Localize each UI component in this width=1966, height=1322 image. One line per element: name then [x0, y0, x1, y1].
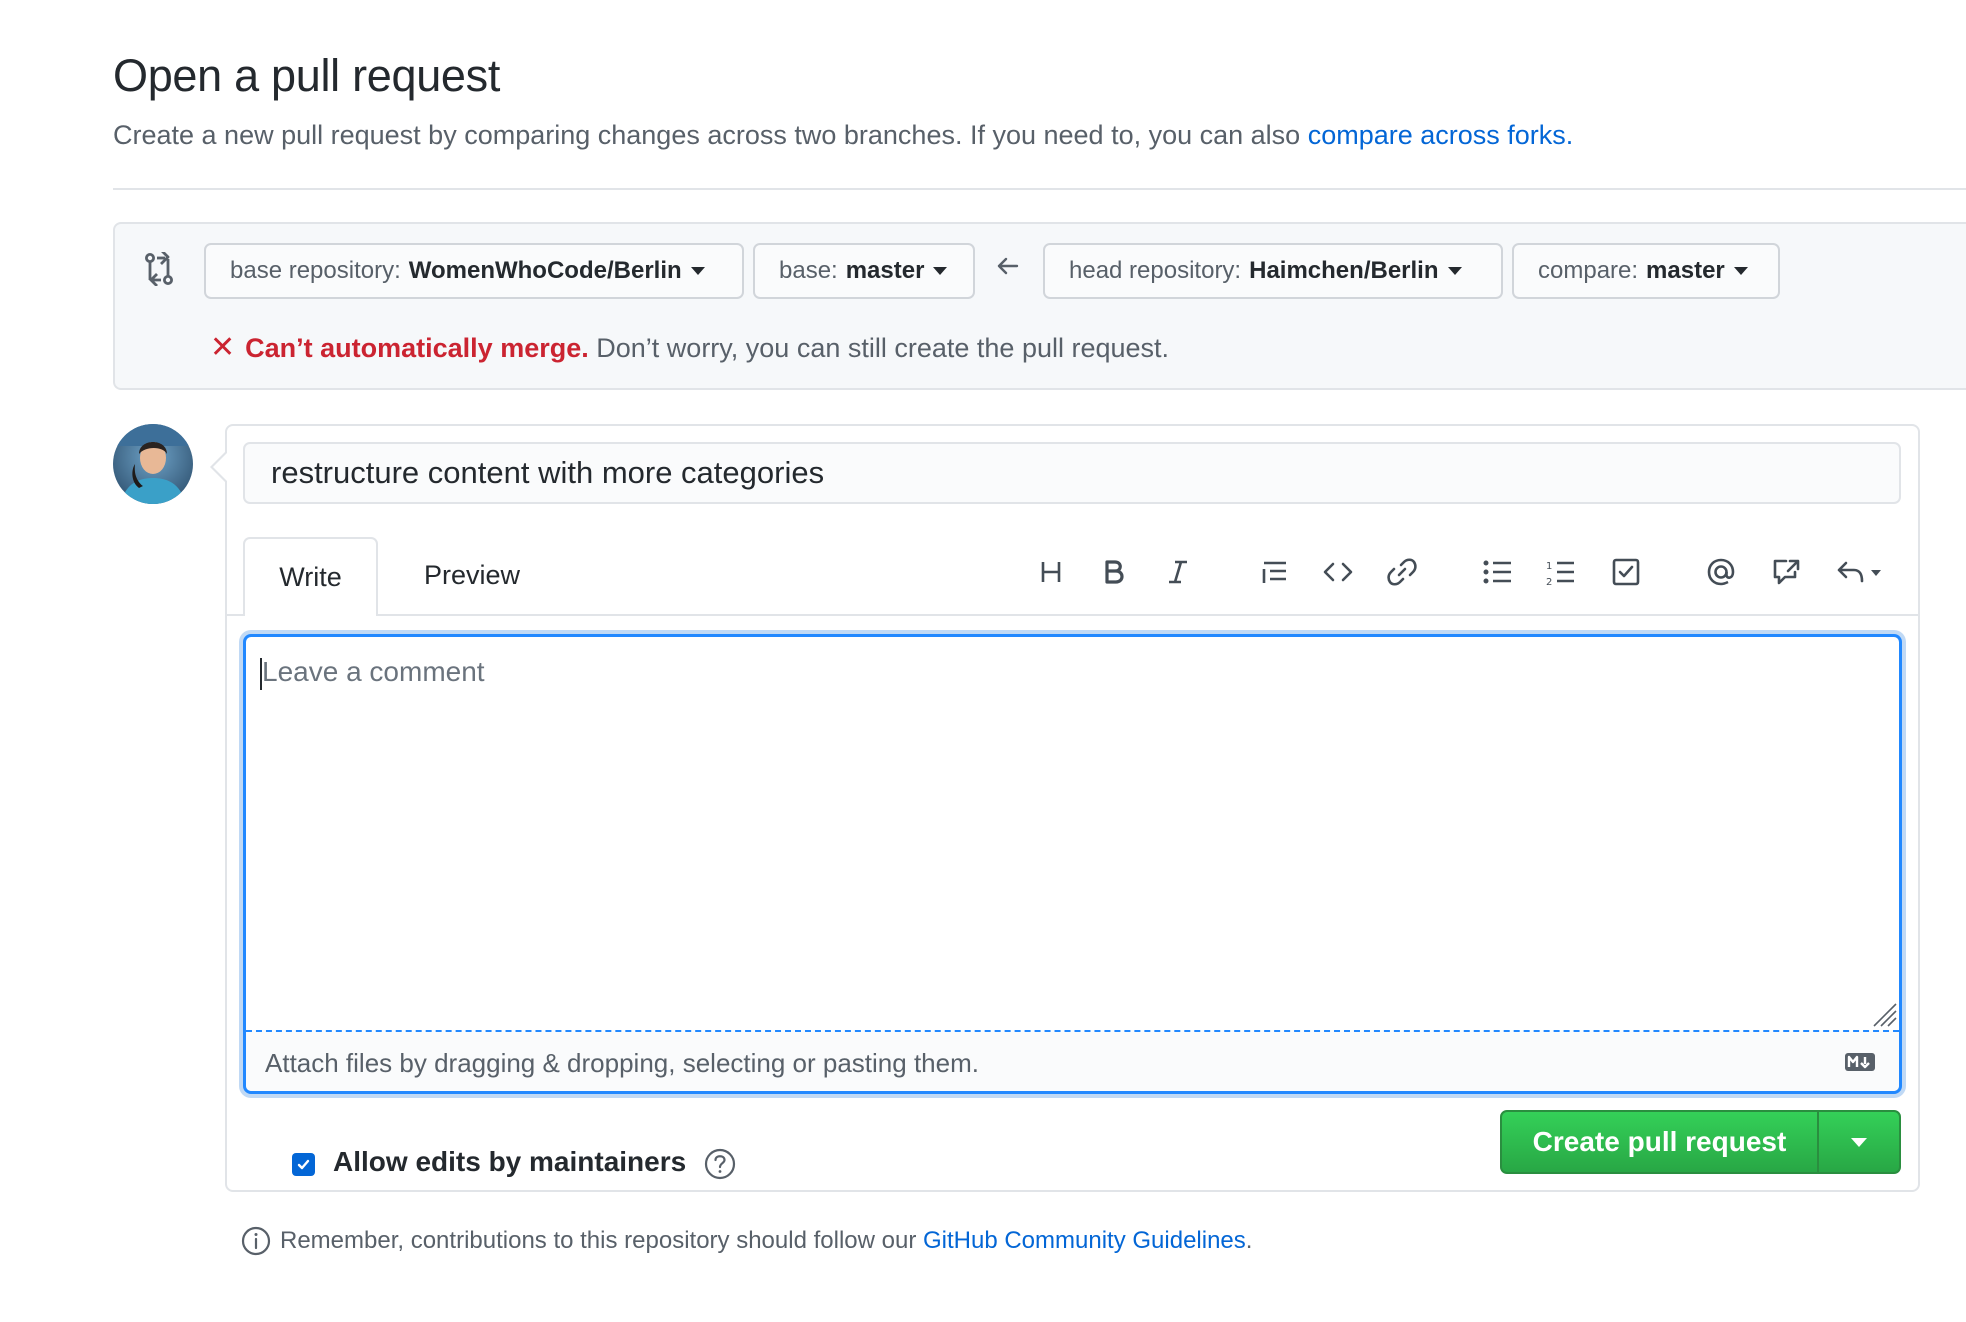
attach-files-text: Attach files by dragging & dropping, sel… — [265, 1048, 979, 1078]
mention-icon[interactable] — [1701, 552, 1741, 592]
caret-down-icon — [1851, 1137, 1867, 1147]
cross-reference-icon[interactable] — [1766, 552, 1806, 592]
arrow-left-icon — [995, 253, 1021, 284]
ordered-list-icon[interactable]: 12 — [1541, 552, 1581, 592]
compare-forks-link[interactable]: compare across forks. — [1308, 120, 1574, 150]
caret-down-icon — [933, 267, 948, 275]
info-icon — [241, 1226, 271, 1256]
tab-write[interactable]: Write — [243, 537, 378, 616]
caret-down-icon — [1447, 267, 1462, 275]
form-pointer-inner — [213, 453, 227, 481]
head-repository-select[interactable]: head repository: Haimchen/Berlin — [1043, 243, 1503, 299]
heading-icon[interactable] — [1031, 552, 1071, 592]
head-repo-value: Haimchen/Berlin — [1249, 257, 1439, 284]
reply-icon[interactable] — [1830, 552, 1890, 592]
divider — [113, 188, 1966, 190]
caret-down-icon — [690, 267, 705, 275]
merge-status: ✕ Can’t automatically merge. Don’t worry,… — [210, 330, 1169, 365]
head-repo-label: head repository: — [1069, 257, 1242, 284]
footer-end: . — [1245, 1227, 1253, 1254]
merge-status-text: Can’t automatically merge. — [245, 333, 589, 363]
resize-grip-icon[interactable] — [1872, 1002, 1898, 1033]
avatar[interactable] — [113, 424, 193, 504]
compare-branch-select[interactable]: compare: master — [1512, 243, 1780, 299]
create-pull-request-main[interactable]: Create pull request — [1502, 1112, 1819, 1172]
comment-placeholder: Leave a comment — [262, 656, 485, 687]
comment-textarea[interactable] — [243, 634, 1902, 1094]
markdown-icon[interactable] — [1844, 1052, 1876, 1077]
community-guidelines-note: Remember, contributions to this reposito… — [240, 1225, 1252, 1257]
merge-note: Don’t worry, you can still create the pu… — [596, 333, 1170, 363]
x-icon: ✕ — [210, 331, 236, 364]
community-guidelines-link[interactable]: GitHub Community Guidelines — [923, 1227, 1246, 1255]
svg-text:2: 2 — [1546, 577, 1552, 588]
base-label: base: — [779, 257, 838, 284]
create-options-dropdown[interactable] — [1819, 1112, 1899, 1172]
subtitle-text: Create a new pull request by comparing c… — [113, 120, 1301, 150]
footer-text: Remember, contributions to this reposito… — [280, 1227, 917, 1254]
base-repo-label: base repository: — [230, 257, 401, 284]
base-repo-value: WomenWhoCode/Berlin — [408, 257, 682, 284]
page-subtitle: Create a new pull request by comparing c… — [113, 120, 1573, 151]
base-value: master — [845, 257, 925, 284]
git-compare-icon — [143, 249, 175, 291]
caret-down-icon — [1733, 267, 1748, 275]
link-icon[interactable] — [1382, 552, 1422, 592]
italic-icon[interactable] — [1158, 552, 1198, 592]
task-list-icon[interactable] — [1606, 552, 1646, 592]
quote-icon[interactable] — [1255, 552, 1295, 592]
bold-icon[interactable] — [1094, 552, 1134, 592]
pr-title-input[interactable]: restructure content with more categories — [243, 442, 1901, 504]
tab-preview[interactable]: Preview — [398, 537, 546, 614]
question-icon[interactable] — [703, 1147, 737, 1186]
allow-edits-label[interactable]: Allow edits by maintainers — [333, 1146, 686, 1178]
base-branch-select[interactable]: base: master — [753, 243, 975, 299]
compare-value: master — [1646, 257, 1725, 284]
tabs-divider — [227, 614, 1918, 616]
allow-edits-checkbox[interactable] — [292, 1153, 315, 1176]
svg-text:1: 1 — [1546, 561, 1552, 572]
compare-label: compare: — [1538, 257, 1639, 284]
code-icon[interactable] — [1318, 552, 1358, 592]
create-pull-request-button: Create pull request — [1500, 1110, 1901, 1174]
unordered-list-icon[interactable] — [1478, 552, 1518, 592]
base-repository-select[interactable]: base repository: WomenWhoCode/Berlin — [204, 243, 744, 299]
page-title: Open a pull request — [113, 50, 501, 101]
